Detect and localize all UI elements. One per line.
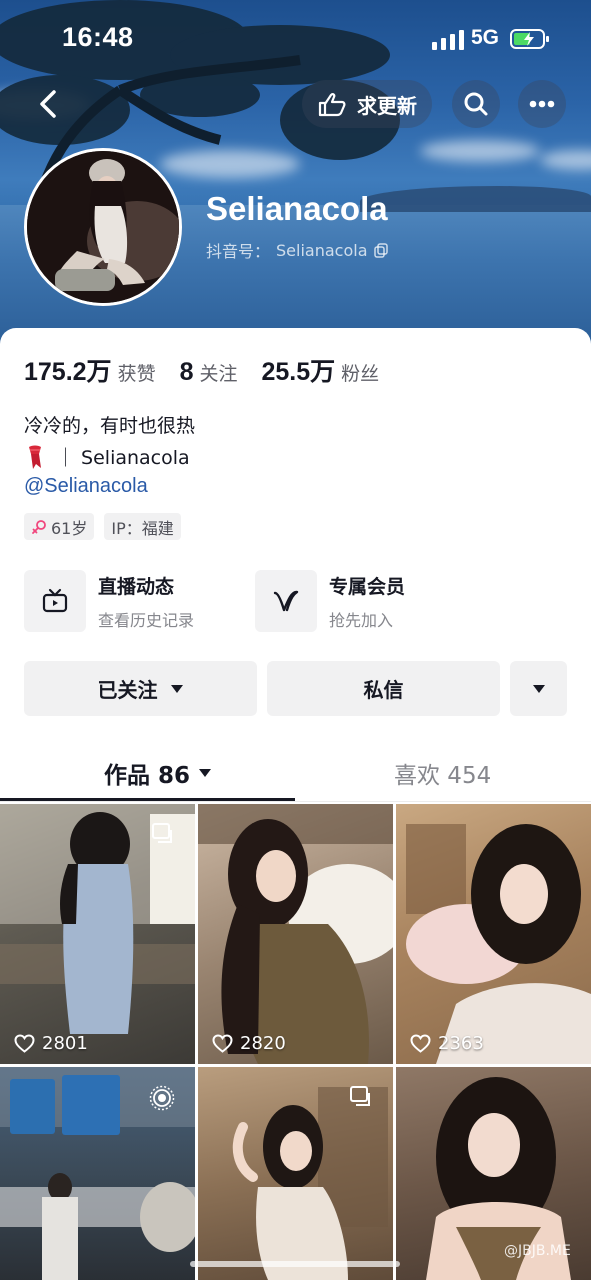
- back-button[interactable]: [30, 84, 66, 124]
- caret-down-icon: [532, 684, 545, 693]
- avatar-image: [27, 151, 179, 303]
- stat-value: 25.5万: [261, 358, 336, 386]
- post-likes-count: 2363: [438, 1033, 484, 1054]
- profile-tags: 61岁 IP：福建: [24, 513, 181, 540]
- stats-row: 175.2万 获赞 8 关注 25.5万 粉丝: [24, 352, 379, 388]
- battery-icon: [510, 29, 549, 49]
- more-icon: [529, 100, 555, 108]
- heart-icon: [410, 1034, 431, 1053]
- douyin-id-label: 抖音号：: [206, 242, 271, 261]
- tab-works-label: 作品 86: [104, 763, 191, 789]
- post-thumbnail[interactable]: 2363: [396, 804, 591, 1064]
- bio-line-1: 冷冷的，有时也很热: [24, 415, 196, 437]
- heart-icon: [14, 1034, 35, 1053]
- douyin-id-row[interactable]: 抖音号： Selianacola: [206, 238, 389, 262]
- copy-icon[interactable]: [373, 242, 389, 258]
- heart-icon: [212, 1034, 233, 1053]
- member-subtitle: 抢先加入: [329, 610, 394, 630]
- home-indicator[interactable]: [190, 1261, 400, 1267]
- tab-likes-label: 喜欢 454: [394, 763, 492, 789]
- live-photo-icon: [149, 1085, 175, 1111]
- message-label: 私信: [363, 678, 404, 702]
- ip-tag-text: IP：福建: [111, 518, 174, 538]
- network-type: 5G: [471, 26, 500, 49]
- member-title: 专属会员: [329, 575, 406, 598]
- live-subtitle: 查看历史记录: [98, 610, 195, 630]
- bio-line-2: ｜ Selianacola: [24, 443, 190, 470]
- stat-label: 获赞: [117, 363, 156, 385]
- bio-handle-link[interactable]: @Selianacola: [24, 475, 148, 498]
- stat-value: 8: [179, 358, 194, 386]
- stat-following[interactable]: 8 关注: [180, 358, 238, 387]
- age-tag-text: 61岁: [51, 518, 88, 538]
- live-icon-box: [24, 570, 86, 632]
- live-title: 直播动态: [98, 575, 175, 598]
- post-thumbnail[interactable]: [198, 1067, 393, 1280]
- post-thumbnail[interactable]: 2801: [0, 804, 195, 1064]
- post-likes: 2363: [410, 1033, 484, 1054]
- stat-value: 175.2万: [24, 358, 112, 386]
- caret-down-icon: [199, 769, 212, 777]
- more-button[interactable]: [518, 80, 566, 128]
- v-icon: [273, 590, 299, 612]
- post-image: [406, 824, 591, 1064]
- request-update-label: 求更新: [357, 93, 417, 118]
- watermark: @JBJB.ME: [504, 1243, 571, 1259]
- scarf-emoji-icon: [29, 445, 41, 469]
- status-time: 16:48: [62, 22, 134, 52]
- search-button[interactable]: [452, 80, 500, 128]
- female-icon: [32, 519, 46, 534]
- stat-label: 粉丝: [341, 363, 380, 385]
- age-tag: 61岁: [24, 513, 95, 540]
- following-button[interactable]: 已关注: [24, 661, 257, 716]
- post-thumbnail[interactable]: 2820: [198, 804, 393, 1064]
- tab-works[interactable]: 作品 86: [104, 756, 212, 790]
- post-thumbnail[interactable]: [0, 1067, 195, 1280]
- tab-likes[interactable]: 喜欢 454: [394, 756, 491, 790]
- hand-point-icon: [318, 93, 346, 117]
- status-bar: 16:48 5G: [0, 0, 591, 78]
- tv-icon: [42, 588, 68, 613]
- member-icon-box: [255, 570, 317, 632]
- post-likes: 2801: [14, 1033, 88, 1054]
- nickname: Selianacola: [206, 190, 388, 227]
- post-likes: 2820: [212, 1033, 286, 1054]
- content-tabs: 作品 86 喜欢 454: [0, 742, 591, 802]
- membership-entry[interactable]: 专属会员 抢先加入: [255, 570, 405, 632]
- post-likes-count: 2801: [42, 1033, 88, 1054]
- request-update-button[interactable]: 求更新: [302, 80, 432, 128]
- search-icon: [464, 92, 488, 116]
- following-label: 已关注: [97, 678, 158, 702]
- douyin-id-value: Selianacola: [276, 240, 368, 260]
- post-image: [198, 804, 393, 1064]
- stat-followers[interactable]: 25.5万 粉丝: [262, 352, 380, 388]
- caret-down-icon: [170, 684, 183, 693]
- message-button[interactable]: 私信: [267, 661, 500, 716]
- avatar[interactable]: [24, 148, 182, 306]
- live-history-entry[interactable]: 直播动态 查看历史记录: [24, 570, 194, 632]
- pin-icon: [152, 823, 172, 843]
- pin-icon: [350, 1086, 370, 1106]
- stat-label: 关注: [199, 363, 238, 385]
- tabs-divider: [0, 801, 591, 802]
- back-icon: [40, 90, 56, 118]
- posts-grid: 2801 2820 2363: [0, 804, 591, 1280]
- stat-likes[interactable]: 175.2万 获赞: [24, 352, 156, 388]
- post-likes-count: 2820: [240, 1033, 286, 1054]
- signal-icon: [432, 30, 464, 50]
- cover-cloud: [420, 140, 540, 162]
- cover-cloud: [540, 150, 591, 170]
- recommend-dropdown-button[interactable]: [510, 661, 567, 716]
- bio-line-2-text: ｜ Selianacola: [56, 447, 190, 469]
- ip-tag: IP：福建: [104, 513, 181, 540]
